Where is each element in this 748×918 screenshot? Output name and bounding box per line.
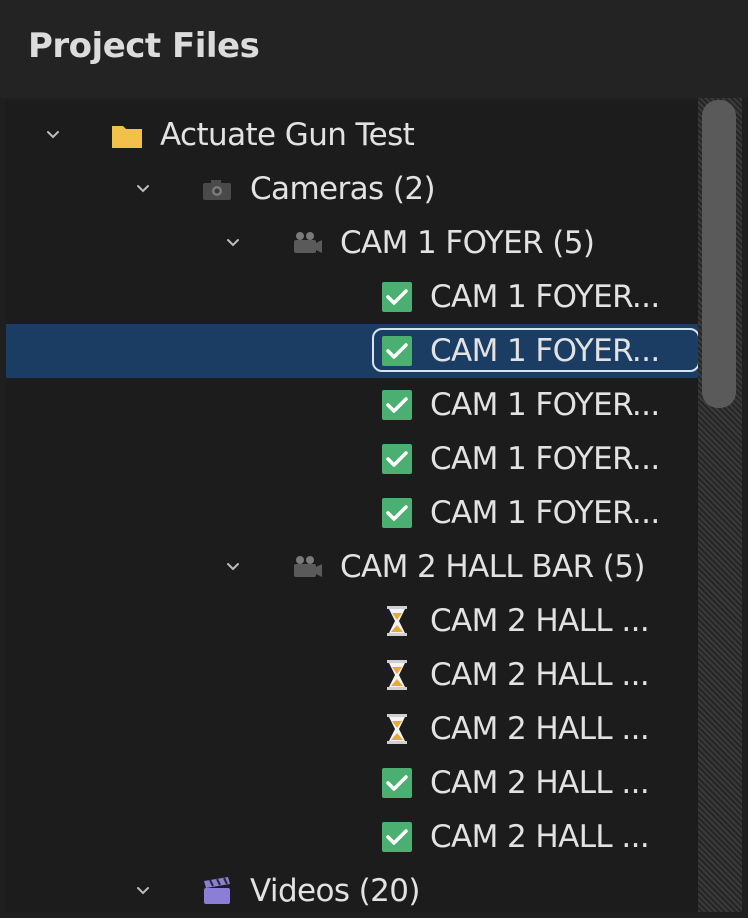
tree-row[interactable]: Cameras (2) bbox=[6, 162, 698, 216]
tree-row[interactable]: CAM 1 FOYER (5) bbox=[6, 216, 698, 270]
hourglass-icon bbox=[380, 714, 414, 744]
check-icon bbox=[380, 390, 414, 420]
tree-row[interactable]: CAM 1 FOYER... bbox=[6, 324, 698, 378]
vertical-scrollbar[interactable] bbox=[698, 98, 742, 912]
tree-item-label: CAM 2 HALL ... bbox=[430, 765, 650, 801]
chevron-down-icon[interactable] bbox=[40, 122, 66, 148]
tree-item-label: Actuate Gun Test bbox=[160, 117, 415, 153]
tree-row[interactable]: Videos (20) bbox=[6, 864, 698, 912]
chevron-down-icon[interactable] bbox=[220, 554, 246, 580]
tree-row[interactable]: CAM 2 HALL ... bbox=[6, 702, 698, 756]
tree-row[interactable]: CAM 1 FOYER... bbox=[6, 486, 698, 540]
check-icon bbox=[380, 768, 414, 798]
tree-row[interactable]: CAM 2 HALL BAR (5) bbox=[6, 540, 698, 594]
tree-item-label: Cameras (2) bbox=[250, 171, 436, 207]
focus-outline bbox=[372, 328, 698, 372]
tree-row[interactable]: CAM 1 FOYER... bbox=[6, 378, 698, 432]
check-icon bbox=[380, 822, 414, 852]
tree-item-label: CAM 2 HALL ... bbox=[430, 657, 650, 693]
scrollbar-thumb[interactable] bbox=[702, 100, 736, 408]
check-icon bbox=[380, 282, 414, 312]
project-tree[interactable]: Actuate Gun Test Cameras (2) CAM 1 FOYER (… bbox=[6, 100, 698, 912]
tree-row[interactable]: Actuate Gun Test bbox=[6, 108, 698, 162]
tree-item-label: CAM 1 FOYER... bbox=[430, 279, 660, 315]
tree-row[interactable]: CAM 1 FOYER... bbox=[6, 270, 698, 324]
tree-row[interactable]: CAM 2 HALL ... bbox=[6, 810, 698, 864]
tree-item-label: CAM 2 HALL BAR (5) bbox=[340, 549, 646, 585]
tree-item-label: CAM 1 FOYER (5) bbox=[340, 225, 595, 261]
video-camera-icon bbox=[290, 228, 324, 258]
panel-header: Project Files bbox=[0, 0, 748, 98]
tree-item-label: CAM 1 FOYER... bbox=[430, 441, 660, 477]
camera-icon bbox=[200, 174, 234, 204]
tree-item-label: CAM 1 FOYER... bbox=[430, 495, 660, 531]
tree-item-label: CAM 1 FOYER... bbox=[430, 387, 660, 423]
tree-item-label: CAM 2 HALL ... bbox=[430, 819, 650, 855]
check-icon bbox=[380, 498, 414, 528]
tree-row[interactable]: CAM 1 FOYER... bbox=[6, 432, 698, 486]
video-camera-icon bbox=[290, 552, 324, 582]
hourglass-icon bbox=[380, 606, 414, 636]
folder-icon bbox=[110, 120, 144, 150]
tree-item-label: Videos (20) bbox=[250, 873, 421, 909]
hourglass-icon bbox=[380, 660, 414, 690]
tree-item-label: CAM 2 HALL ... bbox=[430, 603, 650, 639]
chevron-down-icon[interactable] bbox=[130, 176, 156, 202]
chevron-down-icon[interactable] bbox=[220, 230, 246, 256]
chevron-down-icon[interactable] bbox=[130, 878, 156, 904]
check-icon bbox=[380, 444, 414, 474]
clapperboard-icon bbox=[200, 876, 234, 906]
tree-row[interactable]: CAM 2 HALL ... bbox=[6, 648, 698, 702]
tree-row[interactable]: CAM 2 HALL ... bbox=[6, 594, 698, 648]
tree-item-label: CAM 2 HALL ... bbox=[430, 711, 650, 747]
panel-title: Project Files bbox=[28, 26, 260, 66]
tree-row[interactable]: CAM 2 HALL ... bbox=[6, 756, 698, 810]
